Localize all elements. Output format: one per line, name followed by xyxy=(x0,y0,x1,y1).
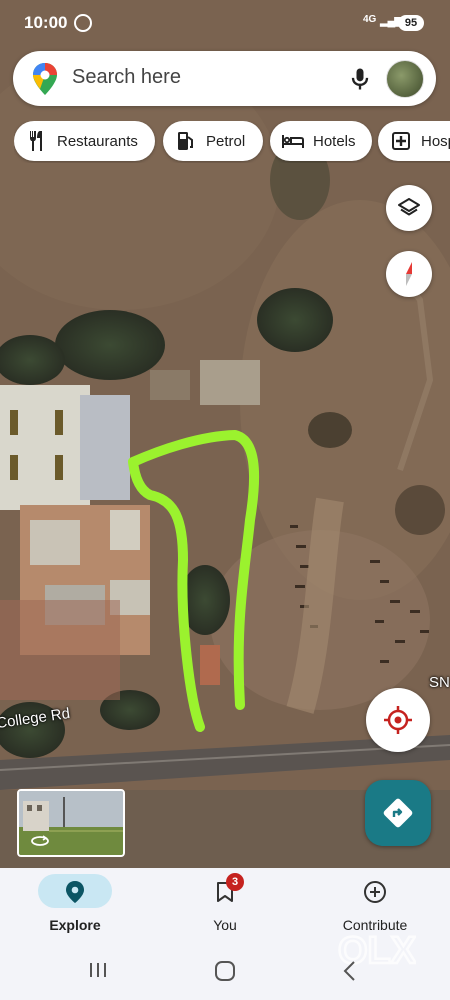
location-target-icon xyxy=(384,706,412,734)
back-icon[interactable] xyxy=(342,960,358,982)
chip-hospitals[interactable]: Hosp xyxy=(378,121,450,161)
compass-icon xyxy=(406,262,412,286)
chip-restaurants[interactable]: Restaurants xyxy=(14,121,155,161)
360-rotate-icon xyxy=(31,835,49,846)
whatsapp-icon xyxy=(74,14,92,32)
chip-label: Hotels xyxy=(313,132,356,150)
home-icon[interactable] xyxy=(214,960,236,982)
status-bar: 10:00 4G ▂▄▆ 95 xyxy=(0,0,450,46)
chip-hotels[interactable]: Hotels xyxy=(270,121,372,161)
network-type: 4G xyxy=(363,14,377,25)
compass-button[interactable] xyxy=(386,251,432,297)
explore-pin-icon xyxy=(66,881,84,903)
add-circle-icon xyxy=(364,881,386,903)
maps-pin-icon xyxy=(33,63,57,95)
microphone-icon[interactable] xyxy=(346,65,374,93)
fork-knife-icon xyxy=(26,130,48,152)
directions-icon xyxy=(383,798,413,828)
layers-button[interactable] xyxy=(386,185,432,231)
hospital-icon xyxy=(390,130,412,152)
tab-explore[interactable]: Explore xyxy=(38,868,112,938)
bed-icon xyxy=(282,130,304,152)
category-chips: Restaurants Petrol Hotels Hosp xyxy=(14,121,450,163)
battery-indicator: 95 xyxy=(398,15,424,31)
avatar[interactable] xyxy=(386,60,424,98)
chip-label: Restaurants xyxy=(57,132,138,150)
chip-label: Hosp xyxy=(421,132,450,150)
search-bar[interactable]: Search here xyxy=(13,51,436,106)
tab-you[interactable]: 3 You xyxy=(190,868,260,938)
search-placeholder[interactable]: Search here xyxy=(72,66,181,89)
chip-petrol[interactable]: Petrol xyxy=(163,121,263,161)
fuel-pump-icon xyxy=(175,130,197,152)
tab-explore-label: Explore xyxy=(49,917,101,933)
chip-label: Petrol xyxy=(206,132,246,150)
status-time: 10:00 xyxy=(24,13,68,32)
directions-button[interactable] xyxy=(365,780,431,846)
you-badge: 3 xyxy=(226,873,244,891)
tab-you-label: You xyxy=(213,917,237,933)
recenter-button[interactable] xyxy=(366,688,430,752)
edge-place-label: SN xyxy=(429,674,450,691)
layers-icon xyxy=(398,198,420,216)
street-view-thumbnail[interactable] xyxy=(17,789,125,857)
recents-icon[interactable] xyxy=(88,960,108,980)
